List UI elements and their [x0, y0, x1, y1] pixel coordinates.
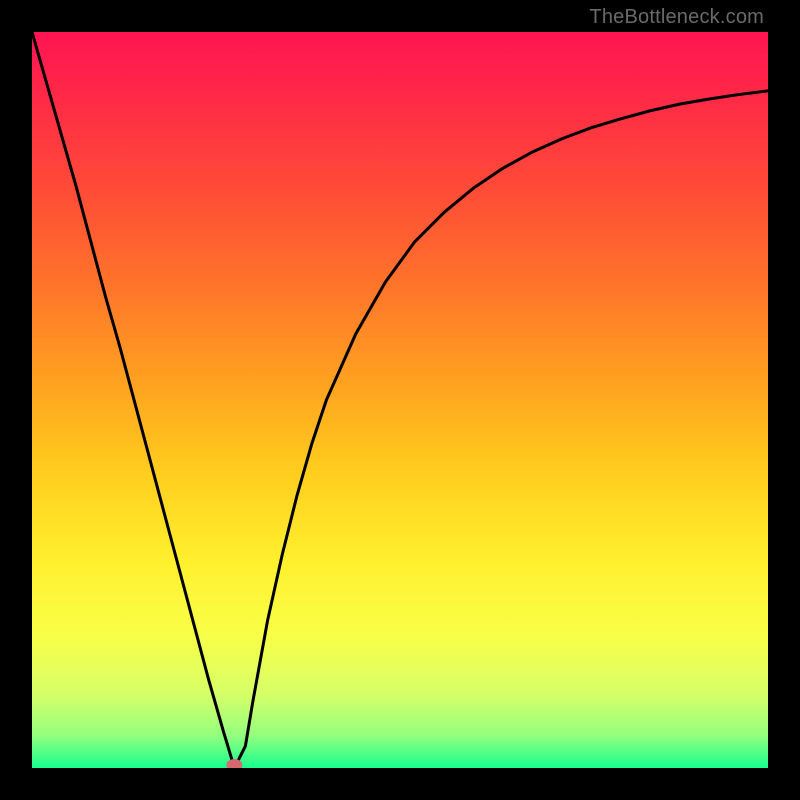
plot-area: [32, 32, 768, 768]
attribution-label: TheBottleneck.com: [589, 6, 764, 29]
chart-frame: TheBottleneck.com: [0, 0, 800, 800]
chart-svg: [32, 32, 768, 768]
gradient-background: [32, 32, 768, 768]
